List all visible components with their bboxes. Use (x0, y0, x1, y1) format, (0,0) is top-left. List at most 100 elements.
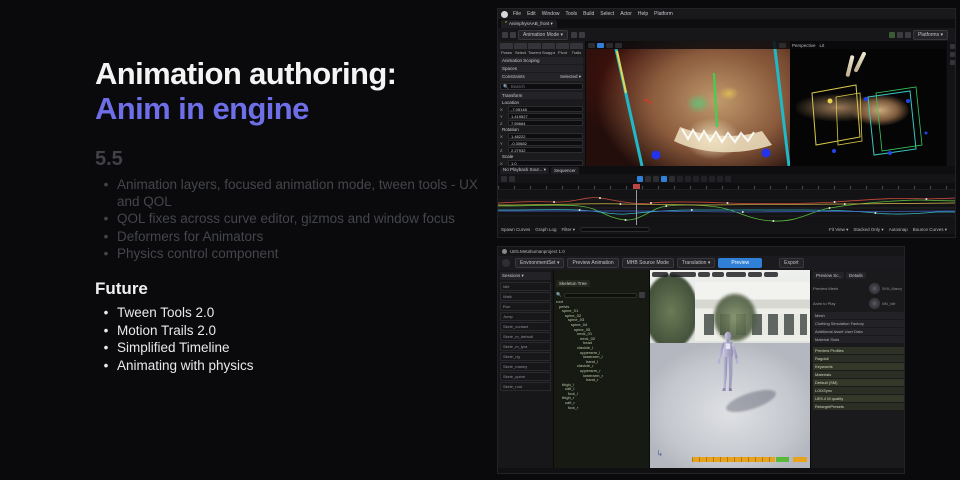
viewport-options-icon[interactable] (652, 272, 668, 277)
details-tab[interactable]: Details (846, 272, 866, 279)
menu-item[interactable]: Help (638, 11, 648, 17)
sequencer-tab[interactable]: Sequencer (551, 167, 579, 174)
character-dropdown[interactable] (726, 272, 746, 277)
gear-icon[interactable] (639, 292, 645, 298)
session-item[interactable]: Skele_quinn (500, 372, 551, 381)
rotation-x-field[interactable]: 1.48222 (508, 133, 583, 139)
viewport-dragon-closeup[interactable] (586, 41, 790, 166)
rotation-z-field[interactable]: 2.27932 (508, 147, 583, 153)
key-select-icon[interactable] (661, 176, 667, 182)
viewport-dragon-far[interactable]: Perspective Lit (790, 41, 946, 166)
preview-animation-button[interactable]: Preview Animation (567, 258, 618, 268)
asset-icon[interactable] (502, 259, 510, 267)
translation-dropdown[interactable]: Translation ▾ (677, 258, 715, 268)
preview-button[interactable]: Preview (718, 258, 762, 268)
anim-tool-button[interactable]: Select (514, 43, 527, 55)
playback-source-tab[interactable]: No Playback Sour... ▾ (500, 167, 549, 174)
anim-tool-button[interactable]: Tweens (528, 43, 541, 55)
curve-footer-button[interactable]: Autosnap (889, 227, 908, 232)
skip-icon[interactable] (579, 32, 585, 38)
skeleton-tree-tab[interactable]: Skeleton Tree (556, 280, 590, 287)
anim-thumbnail[interactable] (869, 298, 880, 309)
session-item[interactable]: Skele_m_lyra (500, 342, 551, 351)
anim-tool-button[interactable]: Snapper (542, 43, 555, 55)
profiles-header[interactable]: Preview Profiles (813, 347, 904, 354)
anim-tool-button[interactable]: Poses (500, 43, 513, 55)
menu-item[interactable]: Edit (527, 11, 536, 17)
viewport-character[interactable]: ↳ (650, 270, 810, 468)
move-mode-icon[interactable] (606, 43, 613, 48)
level-tab[interactable]: * AnimphysAAB_front ▾ (501, 20, 557, 28)
session-item[interactable]: Jump (500, 312, 551, 321)
location-x-field[interactable]: -7.05148 (508, 106, 583, 112)
menu-item[interactable]: Actor (620, 11, 632, 17)
timeline-scrub-bar[interactable] (692, 457, 807, 462)
curve-footer-button[interactable]: Filter ▾ (562, 227, 576, 233)
menu-item[interactable]: Select (600, 11, 614, 17)
location-z-field[interactable]: 7.59664 (508, 120, 583, 126)
filter-curves-icon[interactable] (725, 176, 731, 182)
session-item[interactable]: Skele_contact (500, 322, 551, 331)
search-input[interactable]: 🔍 Search (500, 83, 583, 90)
preview-scene-tab[interactable]: Preview Sc.. (813, 272, 844, 279)
menu-item[interactable]: File (513, 11, 521, 17)
tangent-user-icon[interactable] (685, 176, 691, 182)
tangent-break-icon[interactable] (693, 176, 699, 182)
section-constraints[interactable]: Constraints Selected ▾ (500, 73, 583, 81)
mesh-thumbnail[interactable] (869, 283, 880, 294)
pan-icon[interactable] (645, 176, 651, 182)
tangent-constant-icon[interactable] (709, 176, 715, 182)
viewport-options-icon[interactable] (588, 43, 595, 48)
curve-footer-button[interactable]: Spawn Curves (501, 227, 530, 232)
tangent-linear-icon[interactable] (701, 176, 707, 182)
perspective-dropdown[interactable] (670, 272, 696, 277)
session-item[interactable]: Run (500, 302, 551, 311)
panel-icon[interactable] (950, 60, 955, 65)
zoom-icon[interactable] (653, 176, 659, 182)
session-item[interactable]: Skele_m_default (500, 332, 551, 341)
section-spaces[interactable]: Spaces (500, 65, 583, 72)
location-y-field[interactable]: 1.419527 (508, 113, 583, 119)
profile-row[interactable]: Keywords (813, 363, 904, 370)
export-button[interactable]: Export (779, 258, 803, 268)
panel-icon[interactable] (950, 52, 955, 57)
session-item[interactable]: Skele_root (500, 382, 551, 391)
playback-dropdown[interactable] (764, 272, 778, 277)
browse-icon[interactable] (510, 32, 516, 38)
frame-icon[interactable] (509, 176, 515, 182)
show-dropdown[interactable] (712, 272, 724, 277)
menu-item[interactable]: Window (542, 11, 560, 17)
tangent-auto-icon[interactable] (677, 176, 683, 182)
menu-item[interactable]: Tools (565, 11, 577, 17)
tree-search-input[interactable] (564, 293, 637, 298)
curve-footer-button[interactable]: Bounce Curves ▾ (913, 227, 947, 233)
timeline-range-green[interactable] (776, 457, 789, 462)
select-mode-icon[interactable] (597, 43, 604, 48)
menu-item[interactable]: Build (583, 11, 594, 17)
timeline-range-orange[interactable] (692, 457, 775, 462)
property-value[interactable]: SKM_Manny (882, 287, 904, 291)
session-item[interactable]: Idle (500, 282, 551, 291)
anim-tool-button[interactable]: Pivot (556, 43, 569, 55)
detail-section-row[interactable]: Clothing Simulation Factory (813, 320, 904, 327)
lit-dropdown[interactable] (698, 272, 710, 277)
stop-icon[interactable] (905, 32, 911, 38)
environment-dropdown[interactable]: EnvironmentSet ▾ (515, 258, 564, 268)
anim-tool-button[interactable]: Trails (570, 43, 583, 55)
unreal-logo-icon[interactable] (501, 11, 508, 18)
session-item[interactable]: Skele_manny (500, 362, 551, 371)
section-animation-scoping[interactable]: Animation Scoping (500, 57, 583, 64)
source-mode-button[interactable]: MHB Source Mode (622, 258, 674, 268)
bone-tree-item[interactable]: foot_r (556, 406, 647, 411)
curve-footer-button[interactable]: Stacked Only ▾ (853, 227, 883, 233)
session-item[interactable]: Skele_rig (500, 352, 551, 361)
curve-view-icon[interactable] (637, 176, 643, 182)
detail-section-row[interactable]: Material Slots (813, 336, 904, 343)
detail-section-row[interactable]: Additional Asset User Data (813, 328, 904, 335)
save-keys-icon[interactable] (501, 176, 507, 182)
curve-footer-button[interactable]: Graph Log (535, 227, 556, 232)
curve-editor-graph[interactable] (498, 189, 956, 225)
profile-row[interactable]: Ragdoll (813, 355, 904, 362)
curve-search-input[interactable] (580, 227, 650, 232)
play-icon[interactable] (571, 32, 577, 38)
